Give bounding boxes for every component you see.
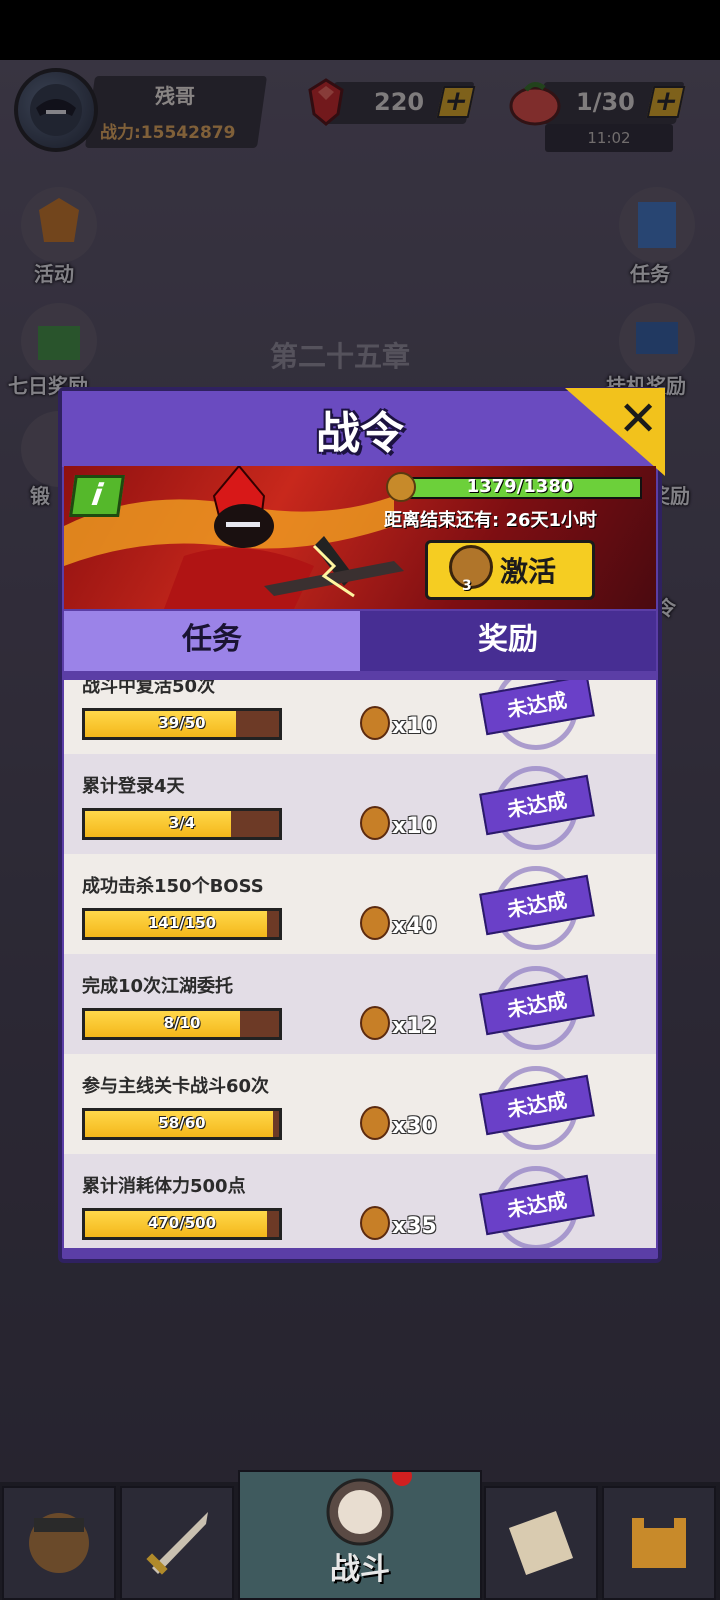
task-progress-bar: 3/4 bbox=[82, 808, 282, 840]
not-achieved-stamp: 未达成 bbox=[479, 774, 595, 836]
not-achieved-stamp: 未达成 bbox=[479, 874, 595, 936]
status-bar bbox=[0, 0, 720, 60]
battle-pass-token-icon bbox=[360, 806, 390, 840]
battle-pass-token-icon bbox=[360, 1106, 390, 1140]
nav-fight-label: 战斗 bbox=[330, 1552, 390, 1587]
countdown-text: 距离结束还有: 26天1小时 bbox=[384, 510, 598, 531]
battle-pass-token-icon bbox=[360, 706, 390, 740]
not-achieved-stamp: 未达成 bbox=[479, 1074, 595, 1136]
battle-pass-token-icon bbox=[360, 1206, 390, 1240]
task-name: 完成10次江湖委托 bbox=[82, 976, 234, 997]
reward-quantity: x12 bbox=[392, 1014, 437, 1039]
task-name: 战斗中复活50次 bbox=[82, 680, 216, 697]
task-row: 战斗中复活50次 39/50 x10 未达成 bbox=[64, 680, 656, 756]
hero-icon bbox=[29, 1513, 89, 1573]
reward-quantity: x30 bbox=[392, 1114, 437, 1139]
tab-tasks[interactable]: 任务 bbox=[64, 611, 360, 671]
task-progress-text: 58/60 bbox=[158, 1114, 206, 1132]
task-progress-text: 470/500 bbox=[147, 1214, 217, 1232]
sword-icon bbox=[146, 1512, 208, 1575]
not-achieved-stamp: 未达成 bbox=[479, 974, 595, 1036]
scroll-icon bbox=[508, 1510, 574, 1576]
close-icon[interactable]: ✕ bbox=[618, 393, 658, 445]
battle-pass-token-icon bbox=[360, 906, 390, 940]
task-row: 累计登录4天 3/4 x10 未达成 bbox=[64, 754, 656, 856]
reward-quantity: x10 bbox=[392, 714, 437, 739]
xp-text: 1379/1380 bbox=[466, 476, 574, 497]
tab-rewards[interactable]: 奖励 bbox=[360, 611, 656, 671]
task-name: 累计登录4天 bbox=[82, 776, 185, 797]
task-row: 累计消耗体力500点 470/500 x35 未达成 bbox=[64, 1154, 656, 1248]
task-progress-text: 8/10 bbox=[163, 1014, 201, 1032]
task-row: 完成10次江湖委托 8/10 x12 未达成 bbox=[64, 954, 656, 1056]
task-progress-bar: 470/500 bbox=[82, 1208, 282, 1240]
not-achieved-stamp: 未达成 bbox=[479, 1174, 595, 1236]
castle-icon bbox=[632, 1518, 686, 1568]
activate-label: 激活 bbox=[500, 555, 557, 588]
task-row: 参与主线关卡战斗60次 58/60 x30 未达成 bbox=[64, 1054, 656, 1156]
task-progress-text: 3/4 bbox=[168, 814, 196, 832]
reward-quantity: x35 bbox=[392, 1214, 437, 1239]
reward-quantity: x40 bbox=[392, 914, 437, 939]
task-progress-bar: 58/60 bbox=[82, 1108, 282, 1140]
nav-weapon-button[interactable] bbox=[120, 1486, 234, 1600]
info-button[interactable]: i bbox=[69, 475, 125, 517]
task-progress-bar: 141/150 bbox=[82, 908, 282, 940]
nav-guild-button[interactable] bbox=[602, 1486, 716, 1600]
task-progress-text: 141/150 bbox=[147, 914, 217, 932]
drum-icon bbox=[326, 1466, 412, 1546]
reward-quantity: x10 bbox=[392, 814, 437, 839]
task-name: 成功击杀150个BOSS bbox=[82, 876, 264, 897]
task-name: 累计消耗体力500点 bbox=[82, 1176, 246, 1197]
task-row: 成功击杀150个BOSS 141/150 x40 未达成 bbox=[64, 854, 656, 956]
task-progress-bar: 39/50 bbox=[82, 708, 282, 740]
task-progress-bar: 8/10 bbox=[82, 1008, 282, 1040]
battle-pass-token-icon bbox=[360, 1006, 390, 1040]
activate-badge: 3 bbox=[462, 578, 472, 594]
task-list[interactable]: 战斗中复活50次 39/50 x10 未达成 累计登录4天 3/4 x10 未达成 成功击杀15… bbox=[64, 680, 656, 1248]
task-name: 参与主线关卡战斗60次 bbox=[82, 1076, 270, 1097]
nav-scroll-button[interactable] bbox=[484, 1486, 598, 1600]
nav-hero-button[interactable] bbox=[2, 1486, 116, 1600]
task-progress-text: 39/50 bbox=[158, 714, 206, 732]
